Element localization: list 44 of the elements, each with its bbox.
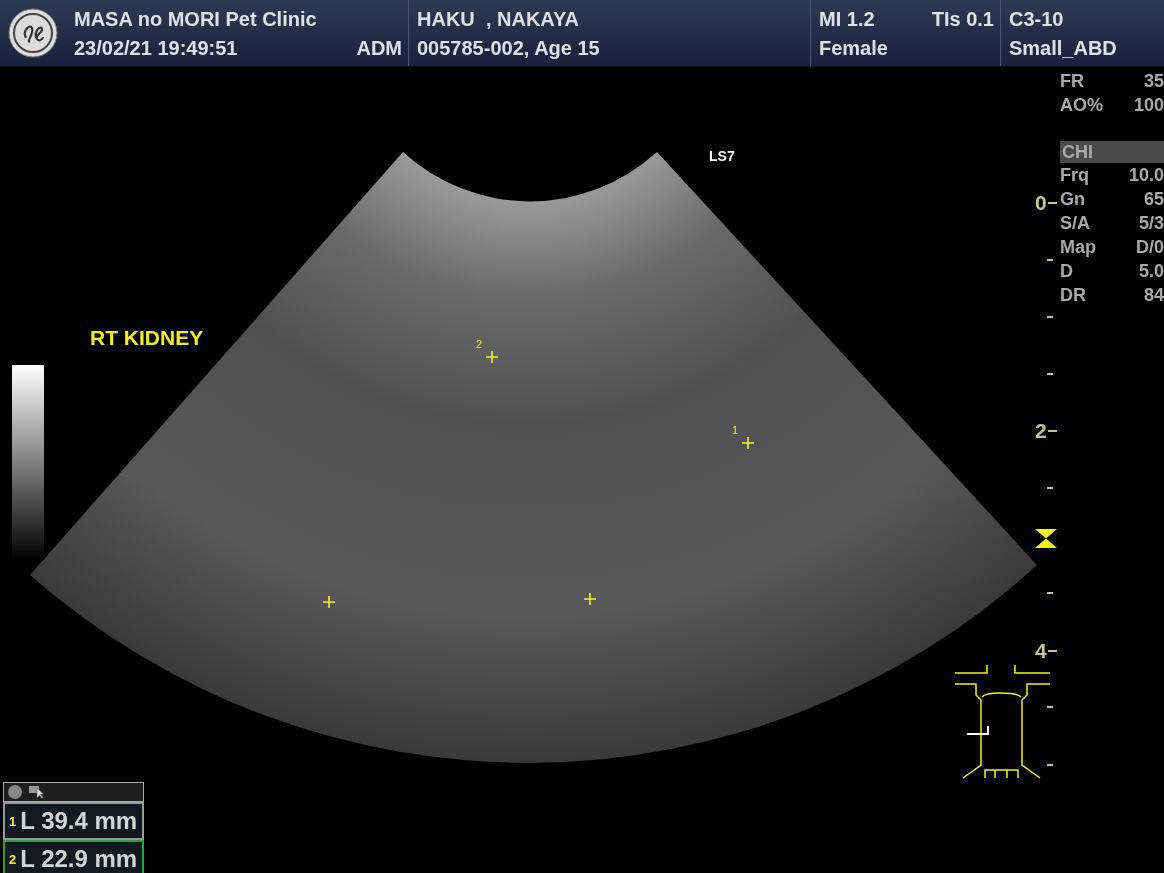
caliper-label: 2 [476,338,483,350]
parameter-name: S/A [1060,212,1090,235]
parameter-name: Frq [1060,164,1089,187]
parameter-value: 100 [1133,94,1164,117]
parameter-name: DR [1060,284,1086,307]
probe-name: C3-10 [1009,6,1064,31]
record-icon[interactable] [7,784,23,800]
mode-header: CHI [1060,141,1164,163]
patient-sex: Female [819,35,888,60]
exam-preset: Small_ABD [1009,35,1117,60]
logo-icon [8,8,58,58]
depth-label: 0 [1035,191,1047,215]
depth-label: 2 [1035,419,1047,443]
clinic-name: MASA no MORI Pet Clinic [74,6,317,31]
caliper-cross-icon [322,595,336,609]
parameter-value: 65 [1143,188,1164,211]
parameter-name: Gn [1060,188,1085,211]
parameter-value: 84 [1143,284,1164,307]
operator-id: ADM [356,35,402,60]
parameter-value: 5/3 [1138,212,1164,235]
parameter-name: D [1060,260,1073,283]
parameter-value: 5.0 [1138,260,1164,283]
depth-label: 4 [1035,639,1047,663]
patient-name: HAKU , NAKAYA [417,6,579,31]
mechanical-index: MI 1.2 [819,6,875,31]
measurement-row[interactable]: 1 L 39.4 mm [3,802,144,840]
caliper-cross-icon [485,350,499,364]
patient-id-age: 005785-002, Age 15 [417,35,600,60]
parameter-name: AO% [1060,94,1103,117]
focus-marker-icon [1035,529,1057,548]
parameter-value: 10.0 [1128,164,1164,187]
cursor-icon[interactable] [29,785,45,799]
date-time: 23/02/21 19:49:51 [74,35,238,60]
orientation-mark: LS7 [709,148,735,164]
caliper-label: 1 [732,424,739,436]
annotation-label: RT KIDNEY [90,326,204,350]
caliper-cross-icon [741,436,755,450]
parameter-name: FR [1060,70,1084,93]
caliper-cross-icon [583,592,597,606]
thermal-index: TIs 0.1 [931,6,994,31]
parameter-value: D/0 [1136,236,1164,259]
measurement-row[interactable]: 2 L 22.9 mm [3,840,144,873]
parameter-value: 35 [1143,70,1164,93]
parameter-name: Map [1060,236,1096,259]
